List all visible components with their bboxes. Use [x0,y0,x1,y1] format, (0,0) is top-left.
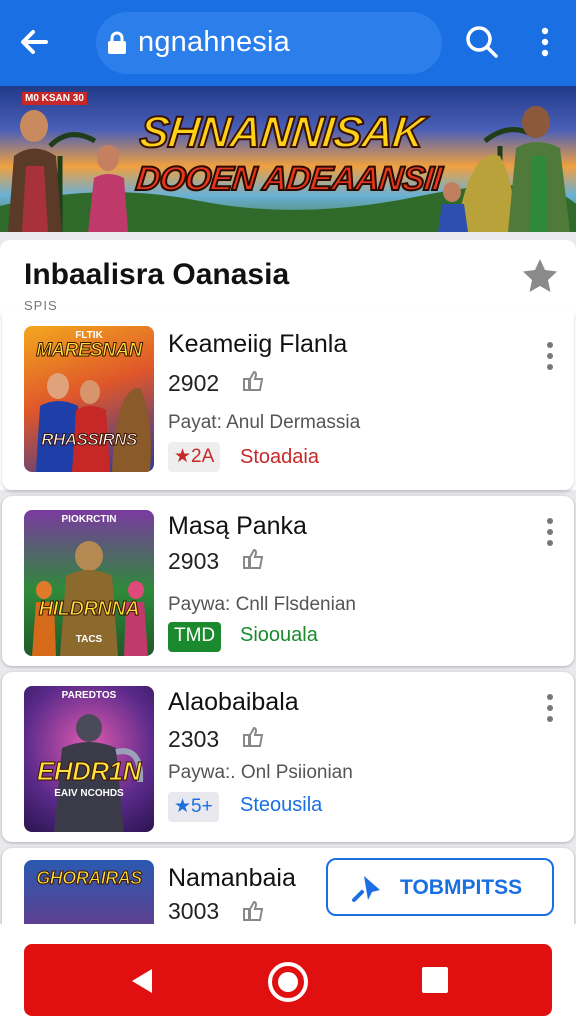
banner-title-line1: SHNANNISAK [136,107,427,158]
thumbs-up-icon [243,900,264,921]
nav-back-icon[interactable] [128,966,158,996]
item-year: 2902 [168,370,220,396]
thumbs-up-icon [243,548,264,569]
thumbnail-title: MARESNAN [36,340,143,362]
game-thumbnail: PIOKRCTIN HILDRNNA TACS [24,510,154,656]
item-name: Masą Panka [168,512,307,540]
url-bar[interactable]: ngnahnesia [96,12,442,74]
favorite-star-icon[interactable] [520,256,560,296]
thumbnail-bottom-text: RHASSIRNS [41,430,138,450]
item-description: Paywa:. Onl Psiionian [168,762,353,783]
thumbnail-bottom-text: TACS [75,634,103,645]
item-status: Stoadaia [240,446,319,468]
banner-tag: M0 KSAN 30 [22,92,87,105]
list-item[interactable]: PAREDTOS EHDR1N EAIV NCOHDS Alaobaibala … [2,672,574,842]
lock-icon [108,31,126,54]
item-description: Paywa: Cnll Flsdenian [168,594,356,615]
item-more-icon[interactable] [538,688,562,728]
thumbnail-top-text: PIOKRCTIN [61,514,117,525]
search-icon[interactable] [462,22,502,62]
item-year: 2303 [168,726,220,752]
list-item[interactable]: PIOKRCTIN HILDRNNA TACS Masą Panka 2903 … [2,496,574,666]
section-subtitle: SPIS [24,298,58,313]
back-arrow-icon[interactable] [14,22,54,62]
item-more-icon[interactable] [538,512,562,552]
promo-banner[interactable]: M0 KSAN 30 SHNANNISAK DOOEN ADEAANSII [0,86,576,232]
thumbnail-title: HILDRNNA [38,598,140,621]
item-year: 3003 [168,898,220,924]
nav-home-icon[interactable] [266,960,310,1004]
thumbs-up-icon [243,726,264,747]
rating-badge: ★2A [168,442,221,472]
item-status: Sioouala [240,624,318,646]
thumbs-up-icon [243,370,264,391]
item-more-icon[interactable] [538,336,562,376]
thumbnail-bottom-text: EAIV NCOHDS [54,788,124,799]
thumbnail-top-text: PAREDTOS [61,690,117,701]
item-status: Steousila [240,794,323,816]
rating-badge: TMD [168,622,222,652]
more-vertical-icon[interactable] [530,22,560,62]
item-description: Payat: Anul Dermassia [168,412,361,433]
game-thumbnail: FLTIK MARESNAN RHASSIRNS [24,326,154,472]
list-item[interactable]: FLTIK MARESNAN RHASSIRNS Keameiig Flanla… [2,312,574,490]
submit-fab-button[interactable]: TOBMPITSS [326,858,554,916]
pin-icon [352,876,380,902]
thumbnail-title: GHORAIRAS [36,868,143,889]
fab-label: TOBMPITSS [400,876,523,899]
app-top-bar: ngnahnesia [0,0,576,86]
section-title: Inbaalisra Oanasia [24,258,290,291]
rating-badge: ★5+ [168,792,219,822]
item-name: Namanbaia [168,864,296,892]
url-text: ngnahnesia [138,26,290,58]
nav-recent-icon[interactable] [422,967,448,993]
item-name: Keameiig Flanla [168,330,348,358]
item-name: Alaobaibala [168,688,299,716]
banner-title-line2: DOOEN ADEAANSII [133,159,444,199]
thumbnail-title: EHDR1N [37,756,142,787]
item-year: 2903 [168,548,220,574]
game-thumbnail: PAREDTOS EHDR1N EAIV NCOHDS [24,686,154,832]
